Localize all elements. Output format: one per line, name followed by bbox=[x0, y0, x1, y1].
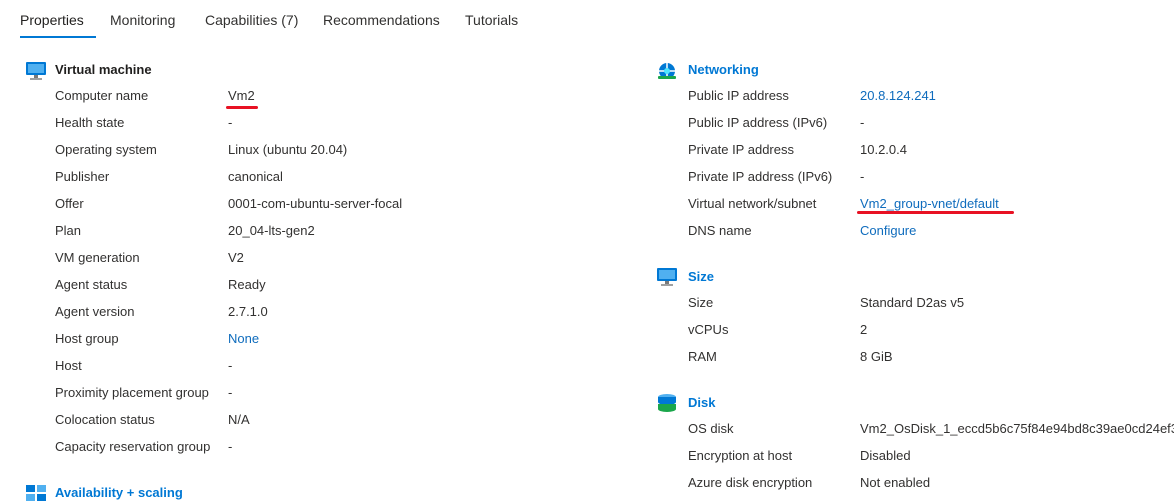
vm-value-plan: 20_04-lts-gen2 bbox=[228, 223, 315, 238]
disk-label-os-disk: OS disk bbox=[688, 421, 734, 436]
vm-value-agent-version: 2.7.1.0 bbox=[228, 304, 268, 319]
vm-value-computer-name: Vm2 bbox=[228, 88, 255, 103]
disk-value-azure-disk-encryption: Not enabled bbox=[860, 475, 931, 490]
vm-value-agent-status: Ready bbox=[228, 277, 266, 292]
net-label-public-ipv6: Public IP address (IPv6) bbox=[688, 115, 828, 130]
highlight-underline bbox=[226, 106, 258, 109]
vm-value-colocation-status: N/A bbox=[228, 412, 250, 427]
tab-tutorials[interactable]: Tutorials bbox=[465, 12, 518, 28]
disk-label-encryption-at-host: Encryption at host bbox=[688, 448, 793, 463]
size-value-ram: 8 GiB bbox=[860, 349, 893, 364]
size-value-size: Standard D2as v5 bbox=[860, 295, 965, 310]
size-icon bbox=[657, 268, 677, 286]
vm-label-publisher: Publisher bbox=[55, 169, 110, 184]
vm-label-agent-version: Agent version bbox=[55, 304, 135, 319]
size-value-vcpus: 2 bbox=[860, 322, 868, 337]
availability-scaling-icon bbox=[26, 485, 46, 501]
net-label-private-ipv6: Private IP address (IPv6) bbox=[688, 169, 833, 184]
size-section-title[interactable]: Size bbox=[688, 269, 714, 284]
disk-value-encryption-at-host: Disabled bbox=[860, 448, 911, 463]
vm-label-agent-status: Agent status bbox=[55, 277, 128, 292]
disk-label-azure-disk-encryption: Azure disk encryption bbox=[688, 475, 813, 490]
net-label-public-ip: Public IP address bbox=[688, 88, 789, 103]
vm-value-offer: 0001-com-ubuntu-server-focal bbox=[228, 196, 403, 211]
highlight-underline bbox=[857, 211, 1014, 214]
disk-value-os-disk: Vm2_OsDisk_1_eccd5b6c75f84e94bd8c39ae0cd… bbox=[860, 421, 1174, 436]
net-label-dns-name: DNS name bbox=[688, 223, 752, 238]
size-label-size: Size bbox=[688, 295, 714, 310]
tab-recommendations[interactable]: Recommendations bbox=[323, 12, 440, 28]
dns-configure-link[interactable]: Configure bbox=[860, 223, 916, 238]
vm-value-host: - bbox=[228, 358, 233, 373]
size-label-vcpus: vCPUs bbox=[688, 322, 729, 337]
vm-value-vm-generation: V2 bbox=[228, 250, 244, 265]
tab-bar: Properties Monitoring Capabilities (7) R… bbox=[0, 0, 1174, 40]
vm-label-health-state: Health state bbox=[55, 115, 125, 130]
vm-label-colocation-status: Colocation status bbox=[55, 412, 155, 427]
vm-section-title: Virtual machine bbox=[55, 62, 152, 77]
public-ip-link[interactable]: 20.8.124.241 bbox=[860, 88, 936, 103]
vm-label-vm-generation: VM generation bbox=[55, 250, 140, 265]
vm-value-publisher: canonical bbox=[228, 169, 283, 184]
vm-value-proximity-placement-group: - bbox=[228, 385, 233, 400]
net-value-private-ip: 10.2.0.4 bbox=[860, 142, 907, 157]
vm-label-plan: Plan bbox=[55, 223, 82, 238]
vm-label-operating-system: Operating system bbox=[55, 142, 157, 157]
net-value-private-ipv6: - bbox=[860, 169, 865, 184]
tab-monitoring[interactable]: Monitoring bbox=[110, 12, 175, 28]
net-value-public-ipv6: - bbox=[860, 115, 865, 130]
vm-label-host: Host bbox=[55, 358, 82, 373]
availability-scaling-title[interactable]: Availability + scaling bbox=[55, 485, 183, 500]
active-tab-indicator bbox=[20, 36, 96, 38]
vm-value-capacity-reservation-group: - bbox=[228, 439, 233, 454]
vm-label-host-group: Host group bbox=[55, 331, 119, 346]
net-label-private-ip: Private IP address bbox=[688, 142, 794, 157]
vm-value-health-state: - bbox=[228, 115, 233, 130]
disk-icon bbox=[658, 394, 676, 412]
vm-label-computer-name: Computer name bbox=[55, 88, 149, 103]
tab-capabilities[interactable]: Capabilities (7) bbox=[205, 12, 298, 28]
vm-label-offer: Offer bbox=[55, 196, 84, 211]
networking-section-title[interactable]: Networking bbox=[688, 62, 759, 77]
vm-label-proximity-placement-group: Proximity placement group bbox=[55, 385, 209, 400]
host-group-link[interactable]: None bbox=[228, 331, 259, 346]
tab-properties[interactable]: Properties bbox=[20, 12, 84, 28]
networking-icon bbox=[658, 63, 676, 79]
disk-section-title[interactable]: Disk bbox=[688, 395, 715, 410]
size-label-ram: RAM bbox=[688, 349, 717, 364]
vm-label-capacity-reservation-group: Capacity reservation group bbox=[55, 439, 211, 454]
net-label-virtual-network: Virtual network/subnet bbox=[688, 196, 817, 211]
vm-value-operating-system: Linux (ubuntu 20.04) bbox=[228, 142, 348, 157]
virtual-machine-icon bbox=[26, 62, 46, 80]
virtual-network-link[interactable]: Vm2_group-vnet/default bbox=[860, 196, 999, 211]
